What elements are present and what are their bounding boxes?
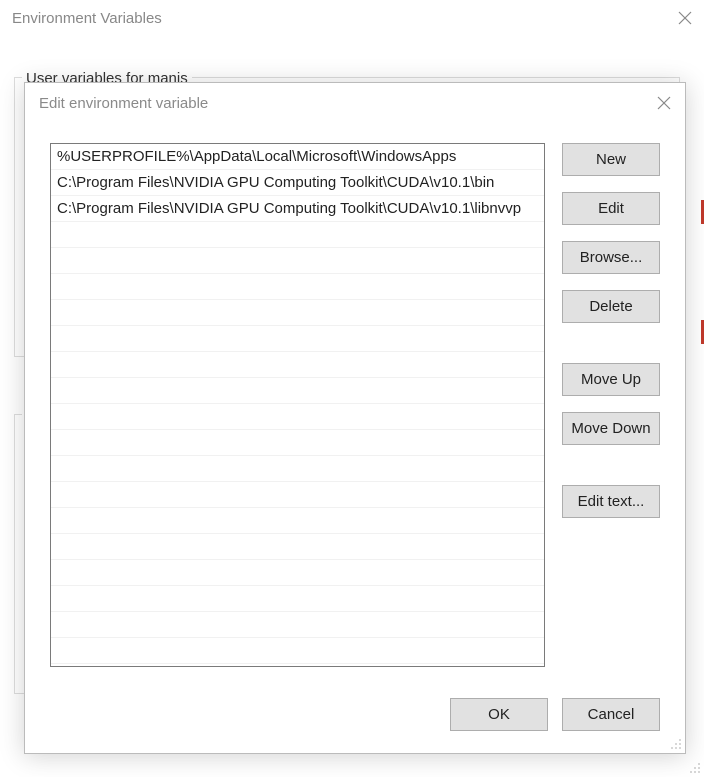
move-down-button[interactable]: Move Down: [562, 412, 660, 445]
dialog-title: Edit environment variable: [39, 95, 208, 112]
list-item[interactable]: %USERPROFILE%\AppData\Local\Microsoft\Wi…: [51, 144, 544, 170]
list-item: [51, 222, 544, 248]
resize-grip-icon[interactable]: [667, 735, 683, 751]
list-item: [51, 612, 544, 638]
close-icon[interactable]: [657, 96, 671, 110]
parent-window-title: Environment Variables: [12, 10, 162, 27]
list-item: [51, 456, 544, 482]
edit-environment-variable-dialog: Edit environment variable %USERPROFILE%\…: [24, 82, 686, 754]
list-item: [51, 534, 544, 560]
edit-text-button[interactable]: Edit text...: [562, 485, 660, 518]
list-item: [51, 352, 544, 378]
list-item: [51, 638, 544, 664]
list-item: [51, 586, 544, 612]
browse-button[interactable]: Browse...: [562, 241, 660, 274]
delete-button[interactable]: Delete: [562, 290, 660, 323]
move-up-button[interactable]: Move Up: [562, 363, 660, 396]
list-item: [51, 430, 544, 456]
list-item: [51, 300, 544, 326]
path-entries-list[interactable]: %USERPROFILE%\AppData\Local\Microsoft\Wi…: [50, 143, 545, 667]
list-item: [51, 378, 544, 404]
ok-button[interactable]: OK: [450, 698, 548, 731]
list-item: [51, 274, 544, 300]
list-item[interactable]: C:\Program Files\NVIDIA GPU Computing To…: [51, 196, 544, 222]
resize-grip-icon[interactable]: [686, 759, 702, 775]
list-item: [51, 560, 544, 586]
list-item: [51, 326, 544, 352]
list-item: [51, 508, 544, 534]
list-item: [51, 482, 544, 508]
cancel-button[interactable]: Cancel: [562, 698, 660, 731]
list-item: [51, 404, 544, 430]
list-item: [51, 248, 544, 274]
close-icon[interactable]: [678, 11, 692, 25]
list-item[interactable]: C:\Program Files\NVIDIA GPU Computing To…: [51, 170, 544, 196]
edit-button[interactable]: Edit: [562, 192, 660, 225]
new-button[interactable]: New: [562, 143, 660, 176]
